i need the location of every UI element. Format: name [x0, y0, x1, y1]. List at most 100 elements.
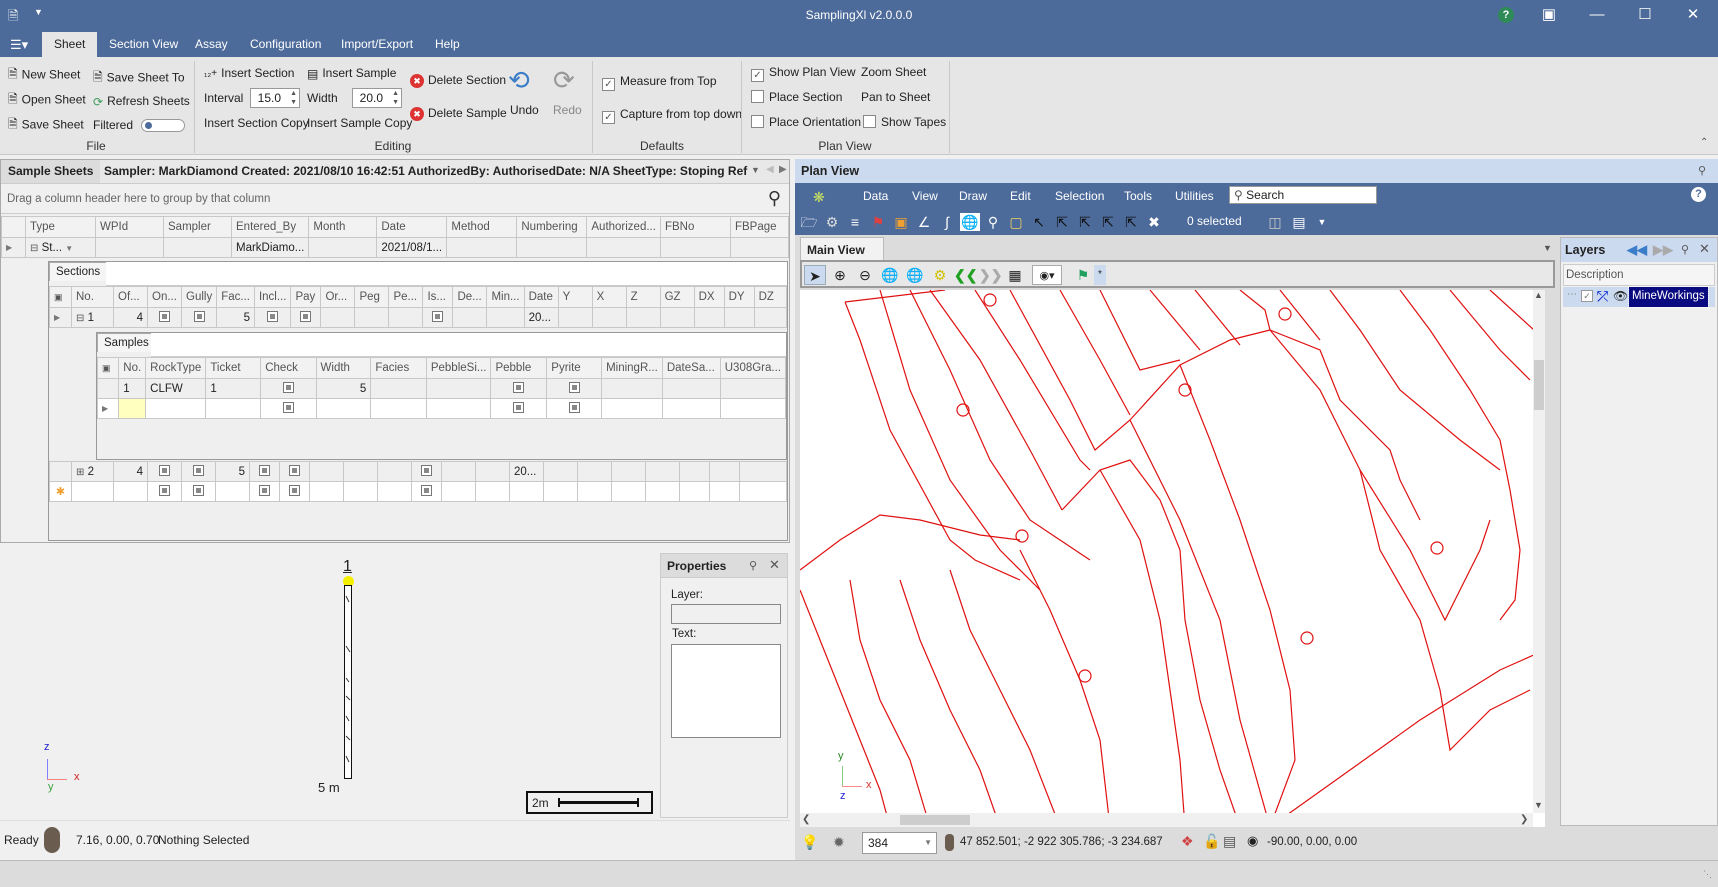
column-chooser-icon[interactable]: ▣	[49, 286, 72, 308]
menu-view[interactable]: View	[912, 189, 938, 203]
table-cell[interactable]	[543, 481, 578, 502]
note-icon[interactable]: ▤	[1223, 833, 1236, 850]
menu-draw[interactable]: Draw	[959, 189, 987, 203]
tab-configuration[interactable]: Configuration	[238, 32, 333, 57]
layer-visible-checkbox[interactable]: ✓	[1581, 290, 1593, 302]
show-tapes-checkbox[interactable]: Show Tapes	[863, 115, 946, 129]
layers-icon[interactable]: ≡	[845, 213, 865, 231]
column-header[interactable]: Entered_By	[230, 216, 310, 238]
layer-name[interactable]: MineWorkings	[1628, 286, 1709, 308]
checkbox-cell[interactable]	[279, 461, 310, 482]
table-cell[interactable]	[601, 378, 663, 399]
checkbox-cell[interactable]	[181, 481, 216, 502]
table-cell[interactable]	[509, 481, 544, 502]
undo-button[interactable]: Undo	[510, 103, 539, 117]
checkbox-cell[interactable]	[249, 461, 280, 482]
table-cell[interactable]: 20...	[509, 461, 544, 482]
delete-section-button[interactable]: ✖ Delete Section	[410, 73, 506, 88]
table-cell[interactable]	[693, 307, 725, 328]
table-cell[interactable]	[475, 461, 510, 482]
column-header[interactable]: DZ	[753, 286, 788, 308]
vertical-scrollbar[interactable]: ▲ ▼	[1533, 290, 1545, 813]
new-row[interactable]: ✱	[49, 481, 787, 502]
scroll-thumb[interactable]	[1534, 360, 1544, 410]
filtered-toggle[interactable]	[141, 119, 185, 132]
table-cell[interactable]	[659, 237, 731, 258]
table-cell[interactable]	[645, 481, 680, 502]
layer-row[interactable]: ⋯ ✓ ⤱ 👁 MineWorkings	[1563, 286, 1715, 308]
column-header[interactable]: PebbleSi...	[425, 357, 492, 379]
previous-view-icon[interactable]: ❮❮	[954, 265, 977, 285]
restore-ribbon-button[interactable]: ▣	[1534, 4, 1564, 26]
pin-icon[interactable]: ⚲	[1698, 164, 1706, 177]
column-header[interactable]: DateSa...	[661, 357, 721, 379]
column-header[interactable]: Date	[523, 286, 559, 308]
table-cell[interactable]	[441, 481, 476, 502]
table-cell[interactable]	[215, 481, 250, 502]
no-cell[interactable]: ⊟ 1	[71, 307, 114, 328]
column-header[interactable]: X	[591, 286, 627, 308]
table-cell[interactable]	[723, 307, 755, 328]
table-cell[interactable]	[611, 461, 646, 482]
table-cell[interactable]	[370, 398, 427, 419]
export-selection-icon[interactable]: ◫	[1265, 213, 1285, 231]
tab-import-export[interactable]: Import/Export	[329, 32, 425, 57]
column-header[interactable]: De...	[452, 286, 488, 308]
scroll-left-icon[interactable]: ❮	[802, 814, 810, 825]
tab-help[interactable]: Help	[423, 32, 472, 57]
palette-icon[interactable]: ⚙	[822, 213, 842, 231]
checkbox-cell[interactable]	[422, 307, 454, 328]
tab-assay[interactable]: Assay	[183, 32, 240, 57]
column-header[interactable]: No.	[118, 357, 147, 379]
frame-icon[interactable]: ▣	[891, 213, 911, 231]
delete-sample-button[interactable]: ✖ Delete Sample	[410, 106, 507, 121]
table-cell[interactable]	[611, 481, 646, 502]
table-cell[interactable]	[343, 461, 378, 482]
column-header[interactable]: Facies	[370, 357, 427, 379]
toolbar-dropdown-icon[interactable]: ▼	[1312, 213, 1332, 231]
table-cell[interactable]	[719, 378, 787, 399]
new-row[interactable]: ▶	[96, 398, 787, 419]
checkbox-cell[interactable]	[180, 307, 218, 328]
open-folder-icon[interactable]: 🗁	[799, 213, 819, 231]
undo-icon[interactable]: ⟲	[508, 67, 530, 93]
table-cell[interactable]	[601, 398, 663, 419]
checkbox-cell[interactable]	[279, 481, 310, 502]
unlock-icon[interactable]: 🔓	[1203, 833, 1220, 850]
expand-right-icon[interactable]: ▶▶	[1653, 242, 1673, 258]
column-header[interactable]: WPId	[95, 216, 164, 238]
table-cell[interactable]	[661, 378, 721, 399]
table-cell[interactable]: 5	[216, 307, 255, 328]
resize-grip-icon[interactable]: ⋱	[1703, 869, 1712, 880]
group-by-panel[interactable]: Drag a column header here to group by th…	[1, 184, 789, 214]
checkbox-cell[interactable]	[260, 378, 317, 399]
checkbox-cell[interactable]	[546, 378, 603, 399]
view-tabs-dropdown-icon[interactable]: ▼	[1543, 243, 1552, 253]
checkbox-cell[interactable]	[411, 461, 442, 482]
search-input[interactable]: ⚲ Search	[1229, 186, 1377, 204]
collapse-icon[interactable]: ⊟	[30, 243, 38, 254]
menu-selection[interactable]: Selection	[1055, 189, 1104, 203]
scale-combobox[interactable]: 384 ▼	[862, 832, 937, 854]
checkbox-cell[interactable]	[490, 378, 548, 399]
clear-selection-icon[interactable]: ✖	[1144, 213, 1164, 231]
checkbox-cell[interactable]	[260, 398, 317, 419]
scroll-down-icon[interactable]: ▼	[1534, 800, 1543, 810]
checkbox-cell[interactable]	[181, 461, 216, 482]
pin-icon[interactable]: ⚲	[1681, 243, 1689, 256]
table-cell[interactable]	[719, 398, 787, 419]
column-header[interactable]: FBPage	[729, 216, 790, 238]
tab-sheet[interactable]: Sheet	[42, 32, 98, 57]
checkbox-cell[interactable]	[290, 307, 322, 328]
table-cell[interactable]	[543, 461, 578, 482]
table-cell[interactable]	[679, 481, 710, 502]
samples-tab[interactable]: Samples	[97, 333, 156, 352]
column-header[interactable]: Of...	[113, 286, 148, 308]
insert-sample-copy-button[interactable]: Insert Sample Copy	[307, 116, 412, 130]
bookmark-icon[interactable]: ⚑	[1072, 265, 1094, 285]
checkbox-cell[interactable]	[147, 307, 182, 328]
table-cell[interactable]	[308, 237, 378, 258]
maximize-button[interactable]: ☐	[1630, 4, 1660, 26]
table-cell[interactable]	[516, 237, 588, 258]
lightbulb-icon[interactable]: 💡	[801, 834, 818, 851]
